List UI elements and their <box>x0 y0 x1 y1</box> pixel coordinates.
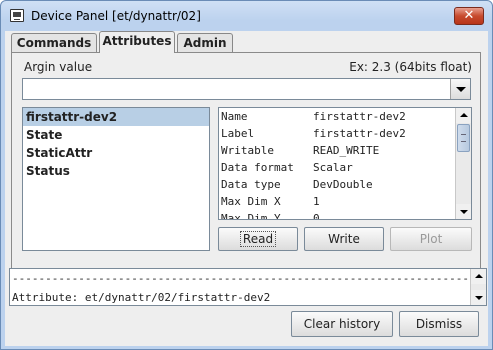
property-row: Name firstattr-dev2 <box>219 110 455 127</box>
property-value: DevDouble <box>313 178 373 191</box>
read-button-label: Read <box>239 231 277 247</box>
argin-example: Ex: 2.3 (64bits float) <box>349 60 472 74</box>
list-item[interactable]: Status <box>23 162 209 180</box>
attribute-properties: Name firstattr-dev2 Label firstattr-dev2… <box>218 107 472 220</box>
title-bar[interactable]: Device Panel [et/dynattr/02] ✕ <box>1 1 492 31</box>
property-row: Label firstattr-dev2 <box>219 127 455 144</box>
property-key: Max Dim X <box>221 195 281 208</box>
property-row: Data type DevDouble <box>219 178 455 195</box>
property-value: Scalar <box>313 161 353 174</box>
chevron-down-icon[interactable] <box>450 79 470 99</box>
scroll-down-icon[interactable] <box>456 204 471 219</box>
property-key: Label <box>221 127 255 140</box>
scroll-thumb[interactable] <box>457 124 470 152</box>
list-item[interactable]: StaticAttr <box>23 144 209 162</box>
property-key: Data type <box>221 178 281 191</box>
attributes-panel: Argin value Ex: 2.3 (64bits float) first… <box>11 52 481 285</box>
scroll-down-icon[interactable] <box>471 290 486 305</box>
list-item[interactable]: firstattr-dev2 <box>23 108 209 126</box>
property-value: 1 <box>313 195 320 208</box>
property-value: 0 <box>313 212 320 220</box>
scroll-up-icon[interactable] <box>456 108 471 123</box>
write-button[interactable]: Write <box>304 227 384 251</box>
attribute-list: firstattr-dev2 State StaticAttr Status <box>22 107 210 251</box>
argin-label: Argin value <box>24 60 93 74</box>
property-key: Max Dim Y <box>221 212 281 220</box>
window-title: Device Panel [et/dynattr/02] <box>31 9 201 23</box>
console-line: ----------------------------------------… <box>12 272 487 285</box>
property-key: Writable <box>221 144 274 157</box>
tab-admin[interactable]: Admin <box>177 33 233 53</box>
tab-attributes[interactable]: Attributes <box>99 31 175 53</box>
console-scrollbar[interactable] <box>470 269 486 305</box>
clear-history-button[interactable]: Clear history <box>291 311 393 337</box>
property-row: Writable READ_WRITE <box>219 144 455 161</box>
property-row: Max Dim Y 0 <box>219 212 455 220</box>
tab-commands[interactable]: Commands <box>11 33 97 53</box>
property-value: firstattr-dev2 <box>313 110 406 123</box>
app-icon <box>10 9 24 22</box>
console-line: Attribute: et/dynattr/02/firstattr-dev2 <box>12 291 271 304</box>
close-button[interactable]: ✕ <box>454 7 484 25</box>
property-key: Name <box>221 110 248 123</box>
list-item[interactable]: State <box>23 126 209 144</box>
device-panel-window: Device Panel [et/dynattr/02] ✕ Commands … <box>0 0 493 350</box>
window-content: Commands Attributes Admin Argin value Ex… <box>5 31 488 346</box>
console-output[interactable]: ----------------------------------------… <box>9 268 487 306</box>
property-key: Data format <box>221 161 294 174</box>
scroll-up-icon[interactable] <box>471 269 486 284</box>
property-value: firstattr-dev2 <box>313 127 406 140</box>
argin-input[interactable] <box>22 78 471 100</box>
property-row: Max Dim X 1 <box>219 195 455 212</box>
property-row: Data format Scalar <box>219 161 455 178</box>
dismiss-button[interactable]: Dismiss <box>399 311 479 337</box>
plot-button[interactable]: Plot <box>390 227 472 251</box>
properties-scrollbar[interactable] <box>455 108 471 219</box>
property-value: READ_WRITE <box>313 144 380 157</box>
read-button[interactable]: Read <box>218 227 298 251</box>
